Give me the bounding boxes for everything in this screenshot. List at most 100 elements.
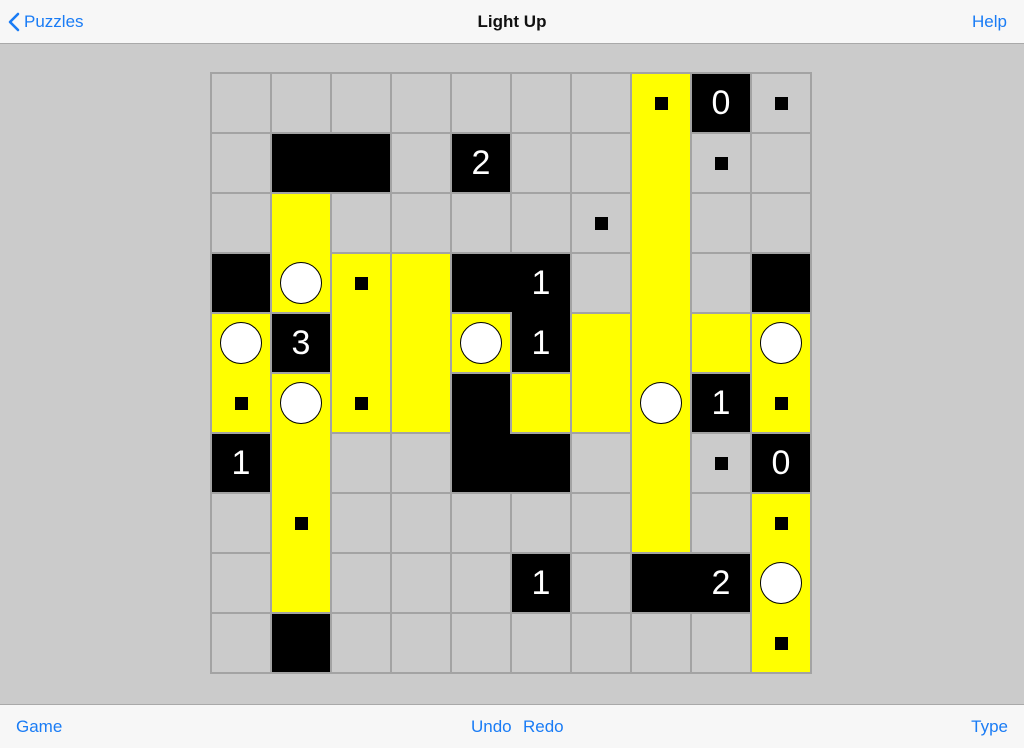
empty-cell[interactable]	[572, 614, 630, 672]
lit-cell[interactable]	[692, 314, 750, 372]
empty-cell[interactable]	[392, 194, 450, 252]
lit-join	[392, 372, 450, 374]
empty-cell[interactable]	[332, 434, 390, 492]
no-light-mark-icon	[354, 276, 368, 290]
marked-cell[interactable]	[752, 374, 810, 432]
empty-cell[interactable]	[212, 614, 270, 672]
empty-cell[interactable]	[452, 494, 510, 552]
empty-cell[interactable]	[332, 614, 390, 672]
lit-cell[interactable]	[572, 374, 630, 432]
marked-cell[interactable]	[752, 74, 810, 132]
empty-cell[interactable]	[572, 554, 630, 612]
marked-cell[interactable]	[212, 374, 270, 432]
bulb-cell[interactable]	[752, 314, 810, 372]
empty-cell[interactable]	[512, 74, 570, 132]
lit-cell[interactable]	[632, 134, 690, 192]
empty-cell[interactable]	[212, 74, 270, 132]
lit-cell[interactable]	[392, 374, 450, 432]
empty-cell[interactable]	[692, 494, 750, 552]
wall-number: 1	[531, 263, 551, 302]
marked-cell[interactable]	[752, 494, 810, 552]
empty-cell[interactable]	[572, 434, 630, 492]
wall-number: 1	[531, 563, 551, 602]
lit-cell[interactable]	[392, 314, 450, 372]
empty-cell[interactable]	[512, 614, 570, 672]
marked-cell[interactable]	[692, 434, 750, 492]
empty-cell[interactable]	[332, 494, 390, 552]
redo-button[interactable]: Redo	[523, 717, 564, 737]
empty-cell[interactable]	[512, 494, 570, 552]
lit-cell[interactable]	[632, 494, 690, 552]
bulb-cell[interactable]	[632, 374, 690, 432]
wall-cell	[332, 134, 390, 192]
empty-cell[interactable]	[512, 194, 570, 252]
empty-cell[interactable]	[452, 614, 510, 672]
lit-cell[interactable]	[632, 194, 690, 252]
empty-cell[interactable]	[332, 194, 390, 252]
empty-cell[interactable]	[452, 554, 510, 612]
marked-cell[interactable]	[572, 194, 630, 252]
lit-cell[interactable]	[632, 254, 690, 312]
lit-cell[interactable]	[572, 314, 630, 372]
marked-cell[interactable]	[332, 254, 390, 312]
empty-cell[interactable]	[632, 614, 690, 672]
empty-cell[interactable]	[212, 194, 270, 252]
numbered-wall-cell: 0	[752, 434, 810, 492]
empty-cell[interactable]	[572, 134, 630, 192]
lit-cell[interactable]	[632, 434, 690, 492]
empty-cell[interactable]	[452, 74, 510, 132]
empty-cell[interactable]	[392, 614, 450, 672]
wall-join	[690, 554, 692, 612]
no-light-mark-icon	[774, 636, 788, 650]
lit-cell[interactable]	[272, 554, 330, 612]
marked-cell[interactable]	[332, 374, 390, 432]
lit-cell[interactable]	[632, 314, 690, 372]
empty-cell[interactable]	[572, 74, 630, 132]
lit-cell[interactable]	[512, 374, 570, 432]
numbered-wall-cell: 1	[512, 314, 570, 372]
lit-cell[interactable]	[272, 434, 330, 492]
empty-cell[interactable]	[392, 554, 450, 612]
marked-cell[interactable]	[752, 614, 810, 672]
empty-cell[interactable]	[212, 554, 270, 612]
empty-cell[interactable]	[332, 554, 390, 612]
empty-cell[interactable]	[572, 254, 630, 312]
empty-cell[interactable]	[452, 194, 510, 252]
marked-cell[interactable]	[692, 134, 750, 192]
type-button[interactable]: Type	[971, 717, 1008, 737]
bulb-cell[interactable]	[452, 314, 510, 372]
bulb-cell[interactable]	[272, 374, 330, 432]
undo-button[interactable]: Undo	[471, 717, 512, 737]
lit-cell[interactable]	[272, 194, 330, 252]
empty-cell[interactable]	[752, 194, 810, 252]
empty-cell[interactable]	[212, 134, 270, 192]
empty-cell[interactable]	[392, 134, 450, 192]
empty-cell[interactable]	[392, 74, 450, 132]
lit-cell[interactable]	[392, 254, 450, 312]
help-button[interactable]: Help	[972, 12, 1007, 32]
game-button[interactable]: Game	[16, 717, 62, 737]
bulb-cell[interactable]	[752, 554, 810, 612]
empty-cell[interactable]	[692, 194, 750, 252]
marked-cell[interactable]	[632, 74, 690, 132]
empty-cell[interactable]	[752, 134, 810, 192]
empty-cell[interactable]	[512, 134, 570, 192]
light-bulb-icon	[280, 262, 322, 304]
empty-cell[interactable]	[212, 494, 270, 552]
wall-number: 3	[291, 323, 311, 362]
marked-cell[interactable]	[272, 494, 330, 552]
bulb-cell[interactable]	[272, 254, 330, 312]
empty-cell[interactable]	[692, 254, 750, 312]
empty-cell[interactable]	[332, 74, 390, 132]
wall-cell	[452, 374, 510, 432]
lit-cell[interactable]	[332, 314, 390, 372]
no-light-mark-icon	[654, 96, 668, 110]
empty-cell[interactable]	[392, 494, 450, 552]
bulb-cell[interactable]	[212, 314, 270, 372]
light-bulb-icon	[220, 322, 262, 364]
no-light-mark-icon	[774, 96, 788, 110]
empty-cell[interactable]	[392, 434, 450, 492]
empty-cell[interactable]	[572, 494, 630, 552]
empty-cell[interactable]	[692, 614, 750, 672]
empty-cell[interactable]	[272, 74, 330, 132]
